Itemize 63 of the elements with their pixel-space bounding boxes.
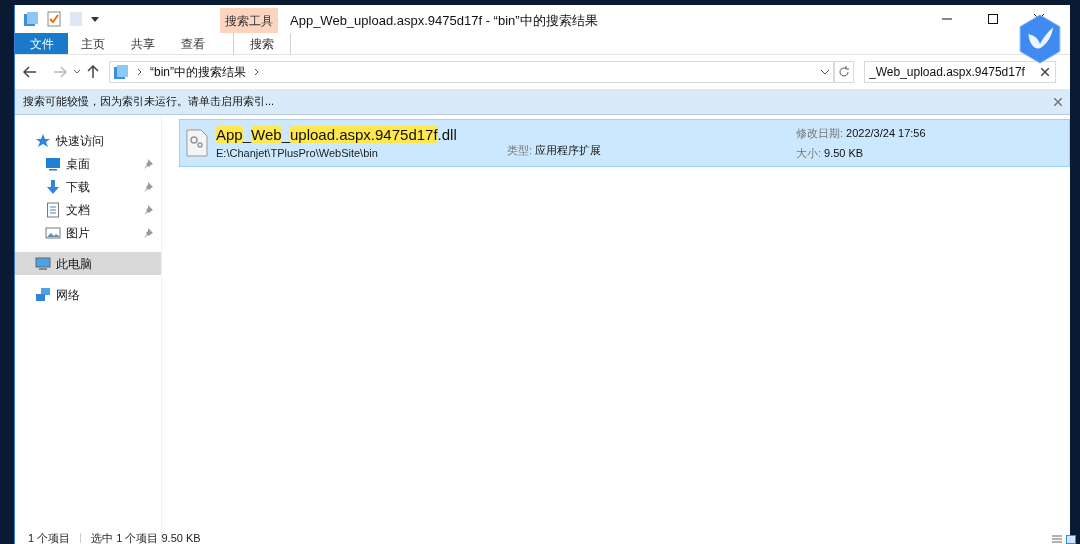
size-value: 9.50 KB [824,146,864,161]
refresh-icon[interactable] [838,66,850,78]
gear-file-icon [186,129,208,157]
folder-icon[interactable] [23,11,39,27]
document-icon [45,201,61,218]
nav-item[interactable]: 文档 [15,198,161,221]
status-text: 1 个项目 [28,533,71,544]
network-icon [35,286,51,303]
nav-label: 快速访问 [56,132,105,150]
chevron-down-icon[interactable] [820,69,830,75]
back-arrow-icon[interactable] [23,66,37,78]
size-label: 大小: [796,146,822,161]
info-message[interactable]: 搜索可能较慢，因为索引未运行。请单击启用索引... [23,93,275,110]
nav-label: 图片 [66,224,91,242]
ribbon-tab[interactable]: 搜索 [233,33,291,54]
details-view-icon[interactable] [1052,535,1062,544]
file-path: E:\Chanjet\TPlusPro\WebSite\bin [216,145,379,161]
properties-icon[interactable] [47,11,61,27]
nav-item[interactable]: 图片 [15,221,161,244]
window-title: App_Web_upload.aspx.9475d17f - “bin”中的搜索结果 [290,12,598,30]
computer-icon [35,255,51,272]
pin-icon[interactable] [143,158,153,169]
search-field[interactable]: _Web_upload.aspx.9475d17f [864,61,1056,83]
dropdown-icon[interactable] [91,15,99,23]
nav-label: 桌面 [66,155,91,173]
nav-label: 网络 [56,286,81,304]
star-icon [35,132,51,149]
nav-label: 下载 [66,178,91,196]
close-icon[interactable] [1054,97,1062,106]
date-label: 修改日期: [796,125,844,141]
folder-icon [113,64,129,80]
nav-label: 此电脑 [56,255,93,273]
status-text: 选中 1 个项目 9.50 KB [91,533,201,544]
nav-item[interactable]: 下载 [15,175,161,198]
address-bar[interactable]: “bin”中的搜索结果 [109,61,834,83]
context-tab-header: 搜索工具 [220,8,278,33]
chevron-right-icon[interactable] [254,68,259,76]
nav-label: 文档 [66,201,91,219]
nav-item[interactable]: 快速访问 [15,129,161,152]
chevron-right-icon[interactable] [137,68,142,76]
desktop-icon [45,155,61,172]
maximize-icon[interactable] [988,14,998,24]
ribbon-tab[interactable]: 主页 [68,33,118,54]
nav-item[interactable]: 桌面 [15,152,161,175]
download-arrow-icon [45,178,61,195]
picture-icon [45,224,61,241]
breadcrumb[interactable]: “bin”中的搜索结果 [150,63,246,81]
chevron-down-icon[interactable] [73,69,81,75]
type-label: 类型: [507,142,533,158]
pin-icon[interactable] [143,227,153,238]
ribbon-tab[interactable]: 共享 [118,33,168,54]
pin-icon[interactable] [143,181,153,192]
forward-arrow-icon[interactable] [53,66,67,78]
clear-icon[interactable] [1041,68,1049,76]
pin-icon[interactable] [143,204,153,215]
nav-item[interactable]: 此电脑 [15,252,161,275]
tiles-view-icon[interactable] [1066,535,1076,544]
up-arrow-icon[interactable] [87,65,99,79]
type-value: 应用程序扩展 [535,142,602,158]
nav-item[interactable]: 网络 [15,283,161,306]
file-tab[interactable]: 文件 [15,33,68,54]
ribbon-tab[interactable]: 查看 [168,33,218,54]
date-value: 2022/3/24 17:56 [846,125,926,141]
